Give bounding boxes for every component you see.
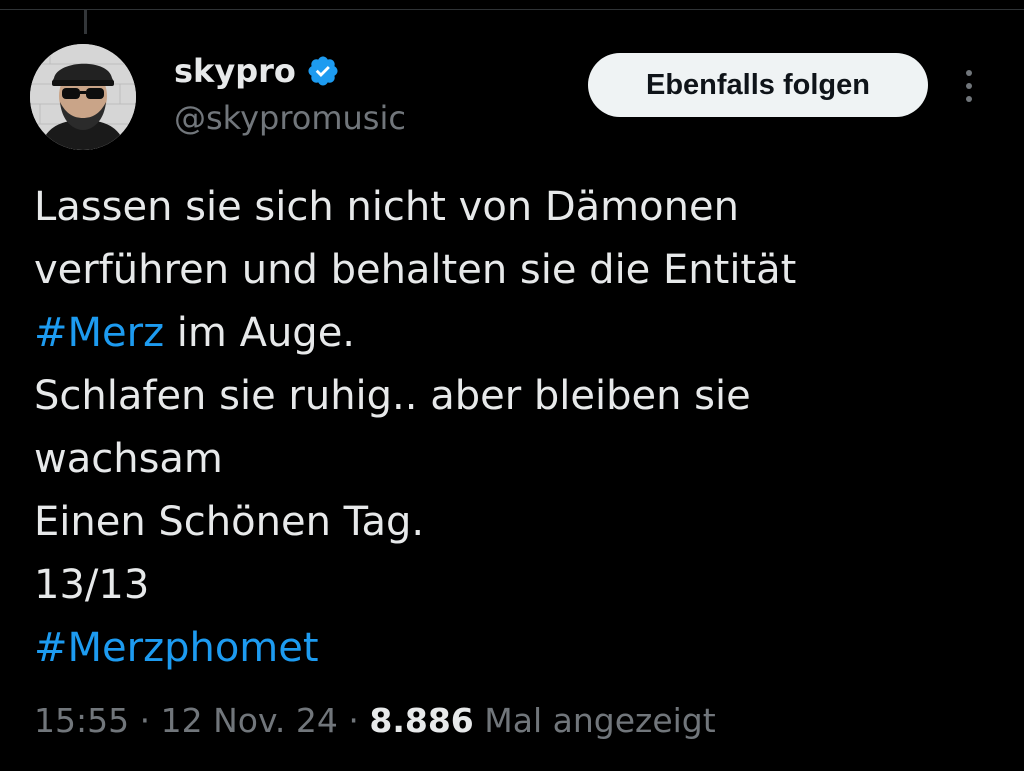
verified-badge-icon[interactable] [306,54,340,88]
meta-separator: · [337,701,370,740]
tweet-line-text: im Auge. [164,310,356,356]
tweet-line: #Merz im Auge. [34,302,994,365]
tweet-line: 13/13 [34,562,150,608]
tweet-body: Lassen sie sich nicht von Dämonen verfüh… [34,176,994,680]
tweet-line: #Merzphomet [34,617,994,680]
tweet-line: verführen und behalten sie die Entität [34,247,797,293]
tweet-date[interactable]: 12 Nov. 24 [161,701,338,740]
tweet-line: wachsam [34,436,223,482]
more-dot [966,70,972,76]
tweet-line: Lassen sie sich nicht von Dämonen [34,184,739,230]
avatar-image [30,44,136,150]
hashtag-link-merz[interactable]: #Merz [34,310,164,356]
tweet-line: Einen Schönen Tag. [34,499,425,545]
tweet-meta: 15:55 · 12 Nov. 24 · 8.886 Mal angezeigt [34,696,716,746]
meta-separator: · [129,701,161,740]
views-label: Mal angezeigt [473,701,716,740]
author-handle[interactable]: @skypromusic [174,98,406,138]
more-vertical-icon[interactable] [954,66,984,106]
author-name-row: skypro [174,52,340,90]
more-dot [966,96,972,102]
views-count[interactable]: 8.886 [369,701,473,740]
author-display-name[interactable]: skypro [174,52,296,90]
top-divider [0,0,1024,10]
more-dot [966,83,972,89]
tweet-time[interactable]: 15:55 [34,701,129,740]
follow-back-button[interactable]: Ebenfalls folgen [588,53,928,117]
hashtag-link-merzphomet[interactable]: #Merzphomet [34,625,319,671]
avatar[interactable] [30,44,136,150]
thread-connector-line [84,10,87,34]
tweet-line: Schlafen sie ruhig.. aber bleiben sie [34,373,751,419]
